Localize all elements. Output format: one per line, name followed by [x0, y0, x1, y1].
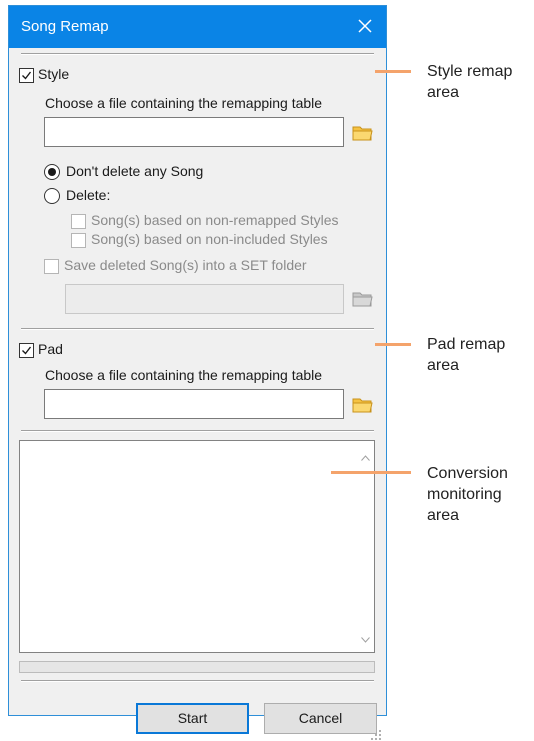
divider-bottom [21, 680, 374, 682]
callout-monitor-line-1: Conversion [427, 465, 508, 482]
checkbox-save-deleted[interactable] [44, 259, 59, 274]
callout-style-line-2: area [427, 84, 460, 101]
callout-line-style [375, 70, 411, 73]
callout-line-monitor [331, 471, 411, 474]
checkbox-nonremapped-styles[interactable] [71, 214, 86, 229]
callout-line-pad [375, 343, 411, 346]
style-file-prompt: Choose a file containing the remapping t… [45, 95, 323, 111]
callout-pad-line-2: area [427, 357, 460, 374]
divider-top [21, 53, 374, 55]
divider-pad-monitor [21, 430, 374, 432]
checkmark-icon [22, 346, 32, 355]
folder-icon[interactable] [352, 124, 374, 142]
title-bar[interactable]: Song Remap [9, 6, 386, 48]
progress-bar [19, 661, 375, 673]
cancel-button[interactable]: Cancel [264, 703, 377, 734]
label-save-deleted: Save deleted Song(s) into a SET folder [64, 257, 307, 273]
folder-icon[interactable] [352, 396, 374, 414]
set-folder-input[interactable] [66, 285, 343, 313]
divider-style-pad [21, 328, 374, 330]
scroll-up-icon[interactable] [361, 455, 370, 461]
radio-delete-label: Delete: [66, 187, 111, 203]
callout-monitor-line-3: area [427, 507, 460, 524]
style-checkbox-label: Style [38, 66, 70, 82]
pad-checkbox-label: Pad [38, 341, 63, 357]
callout-pad-line-1: Pad remap [427, 336, 506, 353]
pad-file-field[interactable] [44, 389, 344, 419]
close-icon[interactable] [356, 17, 374, 35]
set-folder-field[interactable] [65, 284, 344, 314]
label-nonincluded-styles: Song(s) based on non-included Styles [91, 231, 328, 247]
pad-file-prompt: Choose a file containing the remapping t… [45, 367, 323, 383]
callout-style-remap: Style remap area [427, 61, 512, 103]
conversion-monitor[interactable] [19, 440, 375, 653]
checkbox-nonincluded-styles[interactable] [71, 233, 86, 248]
song-remap-dialog: Song Remap Style Choose a file containin… [8, 5, 387, 734]
callout-monitor-line-2: monitoring [427, 486, 502, 503]
style-checkbox[interactable] [19, 68, 34, 83]
resize-grip-icon[interactable] [370, 729, 382, 741]
callout-conversion-monitoring: Conversion monitoring area [427, 463, 508, 526]
style-file-field[interactable] [44, 117, 344, 147]
folder-icon-disabled[interactable] [352, 290, 374, 308]
scroll-down-icon[interactable] [361, 637, 370, 643]
start-button[interactable]: Start [136, 703, 249, 734]
callout-style-line-1: Style remap [427, 63, 513, 80]
callout-pad-remap: Pad remap area [427, 334, 505, 376]
radio-dont-delete-label: Don't delete any Song [66, 163, 204, 179]
radio-dont-delete[interactable] [44, 164, 60, 180]
label-nonremapped-styles: Song(s) based on non-remapped Styles [91, 212, 339, 228]
style-file-input[interactable] [45, 118, 343, 146]
radio-selected-dot [48, 168, 56, 176]
radio-delete[interactable] [44, 188, 60, 204]
pad-file-input[interactable] [45, 390, 343, 418]
window-title: Song Remap [21, 18, 109, 35]
checkmark-icon [22, 71, 32, 80]
pad-checkbox[interactable] [19, 343, 34, 358]
